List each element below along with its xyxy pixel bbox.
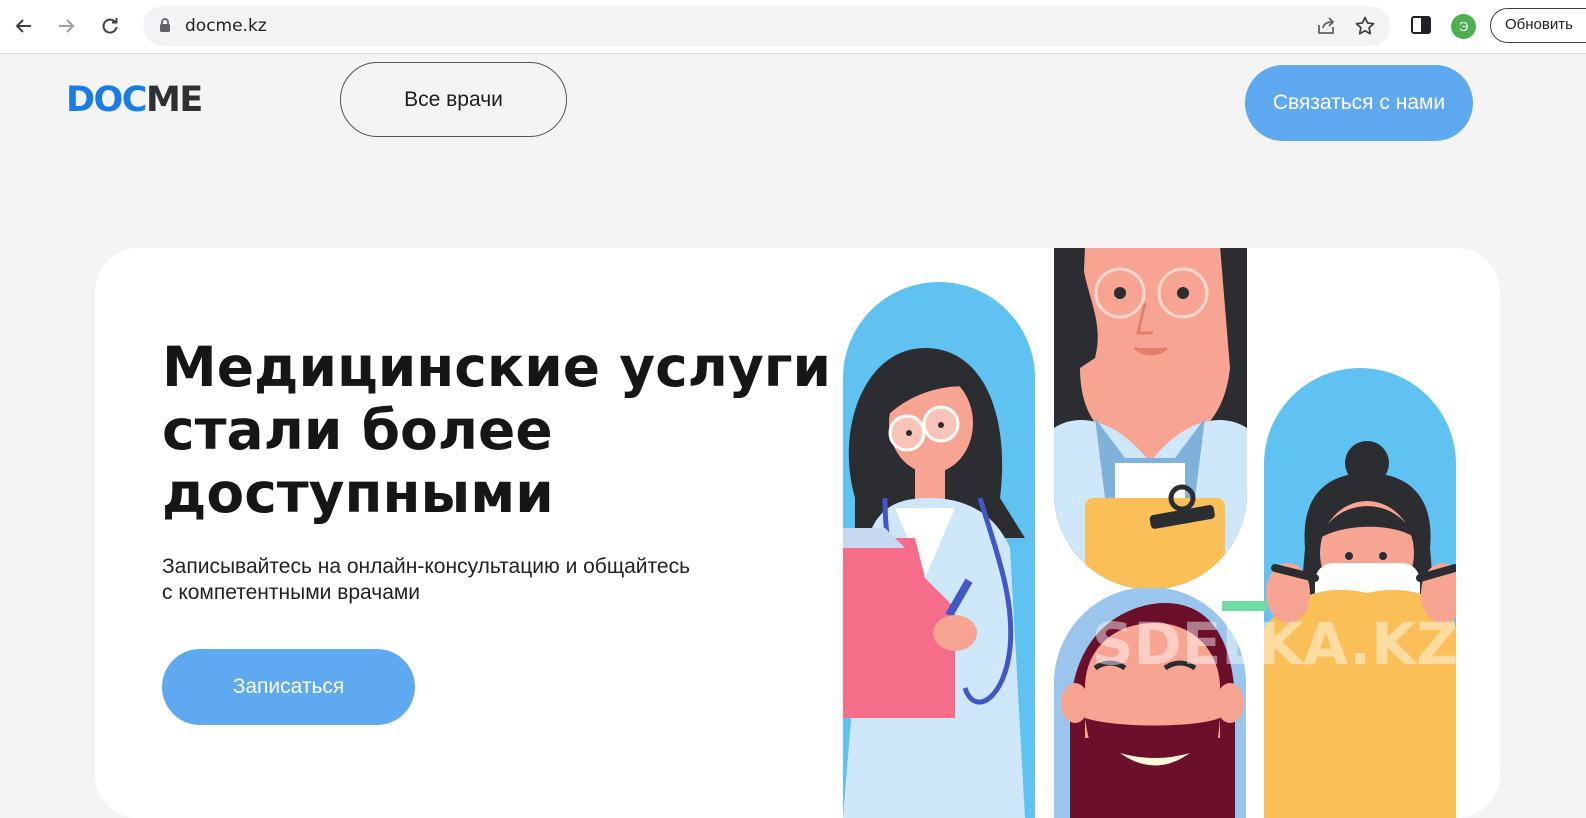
profile-avatar[interactable]: Э (1451, 14, 1476, 39)
hero-card: Медицинские услуги стали более доступным… (95, 248, 1500, 818)
side-panel-icon[interactable] (1410, 14, 1432, 41)
star-icon[interactable] (1354, 15, 1376, 37)
doctor-woman-stethoscope-illustration (843, 282, 1035, 818)
doctor-woman-glasses-illustration (1054, 248, 1247, 590)
docme-logo[interactable]: DOCME (66, 80, 203, 120)
back-arrow-icon[interactable] (6, 8, 42, 44)
share-icon[interactable] (1315, 15, 1337, 37)
contact-us-button[interactable]: Связаться с нами (1245, 65, 1473, 141)
logo-part-doc: DOC (66, 80, 148, 120)
all-doctors-button[interactable]: Все врачи (340, 62, 567, 137)
doctors-illustration: SDELKA.KZ (843, 248, 1458, 818)
address-bar[interactable]: docme.kz (143, 6, 1390, 46)
update-button[interactable]: Обновить (1490, 8, 1586, 43)
url-text: docme.kz (185, 16, 267, 36)
forward-arrow-icon[interactable] (48, 8, 84, 44)
logo-part-me: ME (146, 80, 203, 120)
sdelka-watermark: SDELKA.KZ (1092, 610, 1458, 678)
reload-icon[interactable] (92, 8, 128, 44)
doctor-masked-woman-illustration (1264, 368, 1456, 818)
lock-icon (159, 18, 171, 38)
browser-toolbar: docme.kz Э Обновить (0, 0, 1586, 54)
